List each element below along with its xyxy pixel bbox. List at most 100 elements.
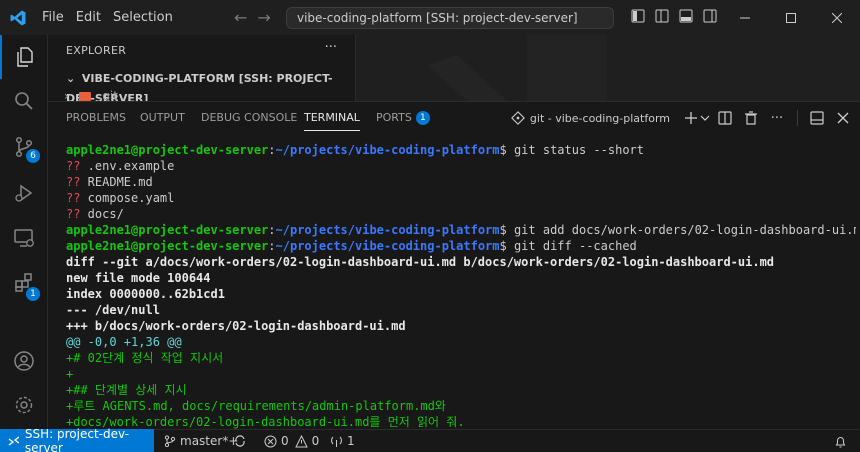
remote-icon [8, 435, 19, 446]
editor-area [357, 35, 860, 101]
explorer-sidebar: EXPLORER ··· ⌄ VIBE-CODING-PLATFORM [SSH… [48, 35, 356, 101]
tab-problems[interactable]: PROBLEMS [66, 102, 126, 134]
more-actions-icon[interactable]: ··· [764, 105, 790, 131]
menu-edit[interactable]: Edit [70, 0, 107, 35]
terminal-line: apple2ne1@project-dev-server:~/projects/… [66, 142, 856, 158]
diff-added-line: + [66, 367, 74, 381]
prompt-path: ~/projects/vibe-coding-platform [275, 143, 500, 157]
settings-gear-icon[interactable] [0, 383, 48, 427]
terminal-line: +++ b/docs/work-orders/02-login-dashboar… [66, 318, 856, 334]
explorer-more-actions[interactable]: ··· [325, 40, 337, 55]
vscode-logo-icon [0, 0, 36, 35]
split-terminal-icon[interactable] [712, 105, 738, 131]
diff-header: --- /dev/null [66, 303, 160, 317]
terminal-line: ?? compose.yaml [66, 190, 856, 206]
workspace-root-folder[interactable]: ⌄ VIBE-CODING-PLATFORM [SSH: PROJECT-DEV… [48, 69, 355, 101]
diff-header: diff --git a/docs/work-orders/02-login-d… [66, 255, 775, 269]
toggle-secondary-sidebar-icon[interactable] [702, 8, 718, 24]
remote-label: SSH: project-dev-server [24, 426, 130, 452]
diff-added-line: +## 단계별 상세 지시 [66, 383, 187, 397]
toggle-panel-icon[interactable] [678, 8, 694, 24]
terminal-line: +## 단계별 상세 지시 [66, 382, 856, 398]
menu-selection[interactable]: Selection [107, 0, 179, 35]
activity-bar: 6 1 [0, 35, 48, 429]
tab-ports[interactable]: PORTS 1 [376, 102, 430, 134]
git-branch-icon [164, 435, 176, 447]
terminal-line: apple2ne1@project-dev-server:~/projects/… [66, 238, 856, 254]
source-control-icon[interactable]: 6 [0, 125, 48, 169]
chevron-right-icon: › [64, 89, 69, 101]
terminal-command: git add docs/work-orders/02-login-dashbo… [506, 223, 856, 237]
status-path: docs/ [80, 207, 124, 221]
diff-added-line: +# 02단계 정식 작업 지시서 [66, 351, 224, 365]
warning-icon [294, 434, 308, 447]
bottom-panel: PROBLEMS OUTPUT DEBUG CONSOLE TERMINAL P… [48, 101, 860, 429]
maximize-icon[interactable] [768, 0, 814, 35]
sync-changes-icon[interactable] [233, 430, 247, 452]
prompt-user: apple2ne1@project-dev-server [66, 239, 269, 253]
diff-header: new file mode 100644 [66, 271, 211, 285]
error-count: 0 [281, 434, 289, 448]
terminal-name-label: git - vibe-coding-platform [529, 111, 670, 125]
tree-item-git[interactable]: › .git [64, 89, 118, 101]
extensions-badge: 1 [26, 287, 40, 301]
terminal-line: @@ -0,0 +1,36 @@ [66, 334, 856, 350]
run-debug-icon[interactable] [0, 171, 48, 215]
problems-indicator[interactable]: 0 0 [264, 430, 319, 452]
forward-arrow-icon[interactable]: → [257, 8, 270, 27]
terminal-command: git status --short [506, 143, 645, 157]
branch-indicator[interactable]: master*+ [164, 430, 238, 452]
kill-terminal-trash-icon[interactable] [738, 105, 764, 131]
folder-icon [78, 92, 91, 101]
explorer-title: EXPLORER [66, 44, 127, 57]
menu-file[interactable]: File [36, 0, 70, 35]
terminal-output[interactable]: apple2ne1@project-dev-server:~/projects/… [66, 142, 856, 430]
untracked-mark: ?? [66, 207, 81, 221]
back-arrow-icon[interactable]: ← [234, 8, 247, 27]
terminal-profiles-chevron-icon[interactable] [698, 105, 712, 131]
extensions-icon[interactable]: 1 [0, 261, 48, 305]
command-center-search[interactable]: vibe-coding-platform [SSH: project-dev-s… [286, 7, 614, 29]
toggle-chat-icon[interactable] [630, 8, 646, 24]
notifications-bell-icon[interactable] [834, 430, 847, 452]
toggle-primary-sidebar-icon[interactable] [654, 8, 670, 24]
terminal-line: index 0000000..62b1cd1 [66, 286, 856, 302]
explorer-icon[interactable] [0, 35, 48, 79]
remote-explorer-icon[interactable] [0, 216, 48, 260]
error-icon [264, 435, 277, 447]
prompt-path: ~/projects/vibe-coding-platform [275, 223, 500, 237]
panel-divider [790, 105, 804, 131]
diff-added-line: +루트 AGENTS.md, docs/requirements/admin-p… [66, 399, 446, 413]
ports-count: 1 [347, 434, 355, 448]
ports-badge: 1 [415, 111, 430, 125]
terminal-selector[interactable]: git - vibe-coding-platform [510, 111, 670, 125]
terminal-line: ?? docs/ [66, 206, 856, 222]
diff-header: +++ b/docs/work-orders/02-login-dashboar… [66, 319, 406, 333]
git-terminal-icon [510, 111, 525, 125]
tab-terminal[interactable]: TERMINAL [304, 102, 360, 134]
close-window-icon[interactable] [814, 0, 860, 35]
status-path: .env.example [80, 159, 175, 173]
close-panel-icon[interactable] [830, 105, 856, 131]
tab-output[interactable]: OUTPUT [140, 102, 185, 134]
tree-item-label: .git [98, 89, 118, 101]
status-path: README.md [80, 175, 153, 189]
terminal-line: --- /dev/null [66, 302, 856, 318]
forwarded-ports-indicator[interactable]: 1 [330, 430, 355, 452]
chevron-down-icon: ⌄ [66, 72, 76, 85]
maximize-panel-icon[interactable] [804, 105, 830, 131]
remote-indicator[interactable]: SSH: project-dev-server [0, 426, 154, 452]
untracked-mark: ?? [66, 159, 81, 173]
status-path: compose.yaml [80, 191, 175, 205]
untracked-mark: ?? [66, 191, 81, 205]
accounts-icon[interactable] [0, 339, 48, 383]
search-icon[interactable] [0, 79, 48, 123]
prompt-user: apple2ne1@project-dev-server [66, 223, 269, 237]
prompt-symbol: $ [499, 143, 507, 157]
tab-ports-label: PORTS [376, 111, 412, 124]
prompt-separator: : [268, 223, 276, 237]
minimize-icon[interactable] [722, 0, 768, 35]
terminal-line: +docs/work-orders/02-login-dashboard-ui.… [66, 414, 856, 430]
panel-tabs: PROBLEMS OUTPUT DEBUG CONSOLE TERMINAL P… [48, 102, 860, 134]
tab-debug-console[interactable]: DEBUG CONSOLE [201, 102, 297, 134]
